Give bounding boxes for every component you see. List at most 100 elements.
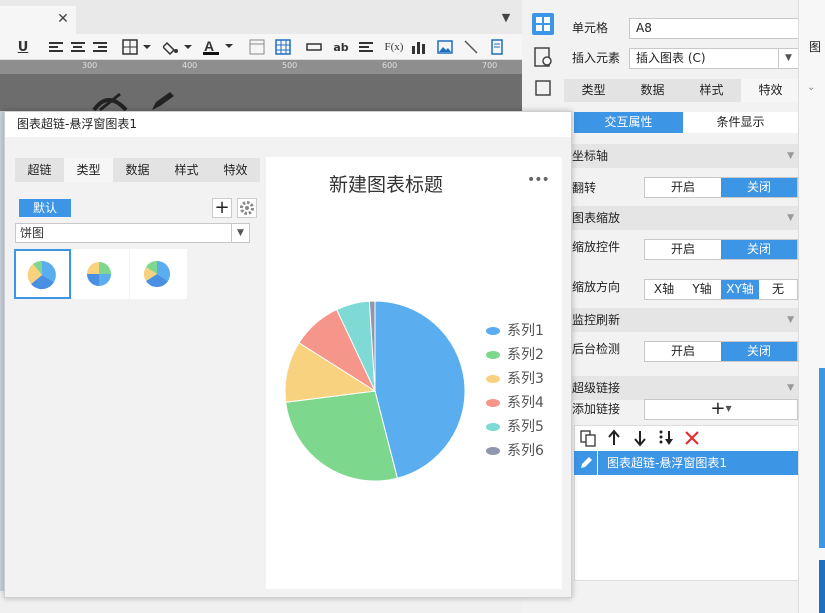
move-up-icon[interactable] xyxy=(605,429,623,447)
tab-menu-icon[interactable]: ▼ xyxy=(498,10,514,26)
dialog-tab-style[interactable]: 样式 xyxy=(162,158,211,182)
zoom-section-header[interactable]: 图表缩放 ▼ xyxy=(570,206,800,230)
legend-item[interactable]: 系列6 xyxy=(486,441,544,461)
default-style-button[interactable]: 默认 xyxy=(19,199,71,217)
dialog-tab-type[interactable]: 类型 xyxy=(64,158,113,182)
pie-style-thumbnail-3[interactable] xyxy=(130,249,187,299)
legend-label: 系列6 xyxy=(507,443,544,459)
insert-element-select[interactable]: 插入图表 (C) ▼ xyxy=(629,48,799,69)
frame-icon[interactable] xyxy=(532,77,554,99)
zoom-control-on-option[interactable]: 开启 xyxy=(645,240,721,259)
chevron-down-icon[interactable]: ⌄ xyxy=(807,82,815,93)
chart-type-select[interactable]: 饼图 ▼ xyxy=(15,223,250,243)
bg-check-on-option[interactable]: 开启 xyxy=(645,342,721,361)
cell-label: 单元格 xyxy=(572,21,609,35)
legend-swatch xyxy=(486,351,500,359)
insert-element-label: 插入元素 xyxy=(572,51,621,65)
tab-type[interactable]: 类型 xyxy=(564,79,623,102)
pie-style-thumbnail-1[interactable] xyxy=(14,249,71,299)
monitor-section-header[interactable]: 监控刷新 ▼ xyxy=(570,308,800,332)
zoom-section-title: 图表缩放 xyxy=(572,211,621,225)
device-icon[interactable] xyxy=(488,38,506,56)
zoom-dir-y-option[interactable]: Y轴 xyxy=(683,280,721,299)
edit-pencil-icon[interactable] xyxy=(574,451,598,475)
dialog-tab-data[interactable]: 数据 xyxy=(113,158,162,182)
more-options-icon[interactable]: ••• xyxy=(527,171,550,191)
add-link-button[interactable]: +▼ xyxy=(644,399,798,420)
cell-input[interactable]: A8 xyxy=(629,18,799,39)
align-center-icon[interactable] xyxy=(70,38,86,56)
text-field-icon[interactable] xyxy=(306,38,322,56)
slash-icon[interactable] xyxy=(462,38,480,56)
underline-icon[interactable]: U xyxy=(16,38,30,56)
legend-label: 系列3 xyxy=(507,371,544,387)
dialog-tab-hyperlink[interactable]: 超链 xyxy=(15,158,64,182)
tab-style[interactable]: 样式 xyxy=(682,79,741,102)
close-icon[interactable]: ✕ xyxy=(56,10,70,28)
flip-off-option[interactable]: 关闭 xyxy=(721,178,797,197)
collapse-icon[interactable]: ▼ xyxy=(787,206,794,230)
move-bottom-icon[interactable] xyxy=(657,429,675,447)
move-down-icon[interactable] xyxy=(631,429,649,447)
settings-page-icon[interactable] xyxy=(532,46,554,68)
formula-icon[interactable]: F(x) xyxy=(384,38,404,56)
legend-item[interactable]: 系列5 xyxy=(486,417,544,437)
scroll-thumb[interactable] xyxy=(819,368,825,548)
legend-item[interactable]: 系列3 xyxy=(486,369,544,389)
gear-icon[interactable] xyxy=(237,198,257,218)
merge-cells-icon[interactable] xyxy=(249,38,265,56)
collapse-icon[interactable]: ▼ xyxy=(787,376,794,400)
flip-on-option[interactable]: 开启 xyxy=(645,178,721,197)
document-tab-strip xyxy=(0,0,522,34)
border-icon[interactable] xyxy=(122,38,152,56)
subtab-conditional[interactable]: 条件显示 xyxy=(683,112,798,133)
ruler-tick: 700 xyxy=(482,61,498,70)
hyperlink-item[interactable]: 图表超链-悬浮窗图表1 xyxy=(574,451,798,475)
legend-label: 系列4 xyxy=(507,395,544,411)
text-icon[interactable]: ab xyxy=(332,38,350,56)
collapse-icon[interactable]: ▼ xyxy=(787,308,794,332)
legend-label: 系列5 xyxy=(507,419,544,435)
align-right-icon[interactable] xyxy=(92,38,108,56)
paragraph-icon[interactable] xyxy=(358,38,374,56)
copy-icon[interactable] xyxy=(579,429,597,447)
hyperlink-section-header[interactable]: 超级链接 ▼ xyxy=(570,376,800,400)
scroll-thumb-secondary[interactable] xyxy=(819,560,825,613)
chart-title: 新建图表标题 xyxy=(328,174,443,196)
tab-effects[interactable]: 特效 xyxy=(741,79,800,102)
add-icon[interactable]: + xyxy=(212,198,232,218)
bar-chart-icon[interactable] xyxy=(410,38,428,56)
chevron-down-icon[interactable]: ▼ xyxy=(231,224,249,242)
axis-section-header[interactable]: 坐标轴 ▼ xyxy=(570,144,800,168)
delete-icon[interactable] xyxy=(683,429,701,447)
cell-properties-icon[interactable] xyxy=(532,13,554,35)
design-canvas[interactable] xyxy=(0,74,522,112)
pencil-icon[interactable] xyxy=(148,90,178,112)
table-icon[interactable] xyxy=(275,38,291,56)
add-link-label: 添加链接 xyxy=(572,402,621,416)
zoom-dir-x-option[interactable]: X轴 xyxy=(645,280,683,299)
align-left-icon[interactable] xyxy=(48,38,64,56)
property-tabs: 类型 数据 样式 特效 xyxy=(564,79,800,102)
chevron-down-icon[interactable]: ▼ xyxy=(778,49,798,68)
hide-icon[interactable] xyxy=(92,92,128,112)
font-color-icon[interactable]: A xyxy=(202,38,234,56)
image-icon[interactable] xyxy=(436,38,454,56)
fill-color-icon[interactable] xyxy=(163,38,193,56)
legend-item[interactable]: 系列1 xyxy=(486,321,544,341)
tab-data[interactable]: 数据 xyxy=(623,79,682,102)
legend-item[interactable]: 系列2 xyxy=(486,345,544,365)
zoom-dir-xy-option[interactable]: XY轴 xyxy=(721,280,759,299)
pie-style-thumbnail-2[interactable] xyxy=(72,249,129,299)
collapse-icon[interactable]: ▼ xyxy=(787,144,794,168)
svg-text:A: A xyxy=(204,38,214,54)
ruler-tick: 300 xyxy=(82,61,98,70)
dialog-tab-effects[interactable]: 特效 xyxy=(211,158,260,182)
background-check-label: 后台检测 xyxy=(572,342,621,356)
subtab-interactive[interactable]: 交互属性 xyxy=(574,112,683,133)
zoom-control-off-option[interactable]: 关闭 xyxy=(721,240,797,259)
bg-check-off-option[interactable]: 关闭 xyxy=(721,342,797,361)
legend-item[interactable]: 系列4 xyxy=(486,393,544,413)
legend-label: 系列2 xyxy=(507,347,544,363)
zoom-dir-none-option[interactable]: 无 xyxy=(759,280,797,299)
